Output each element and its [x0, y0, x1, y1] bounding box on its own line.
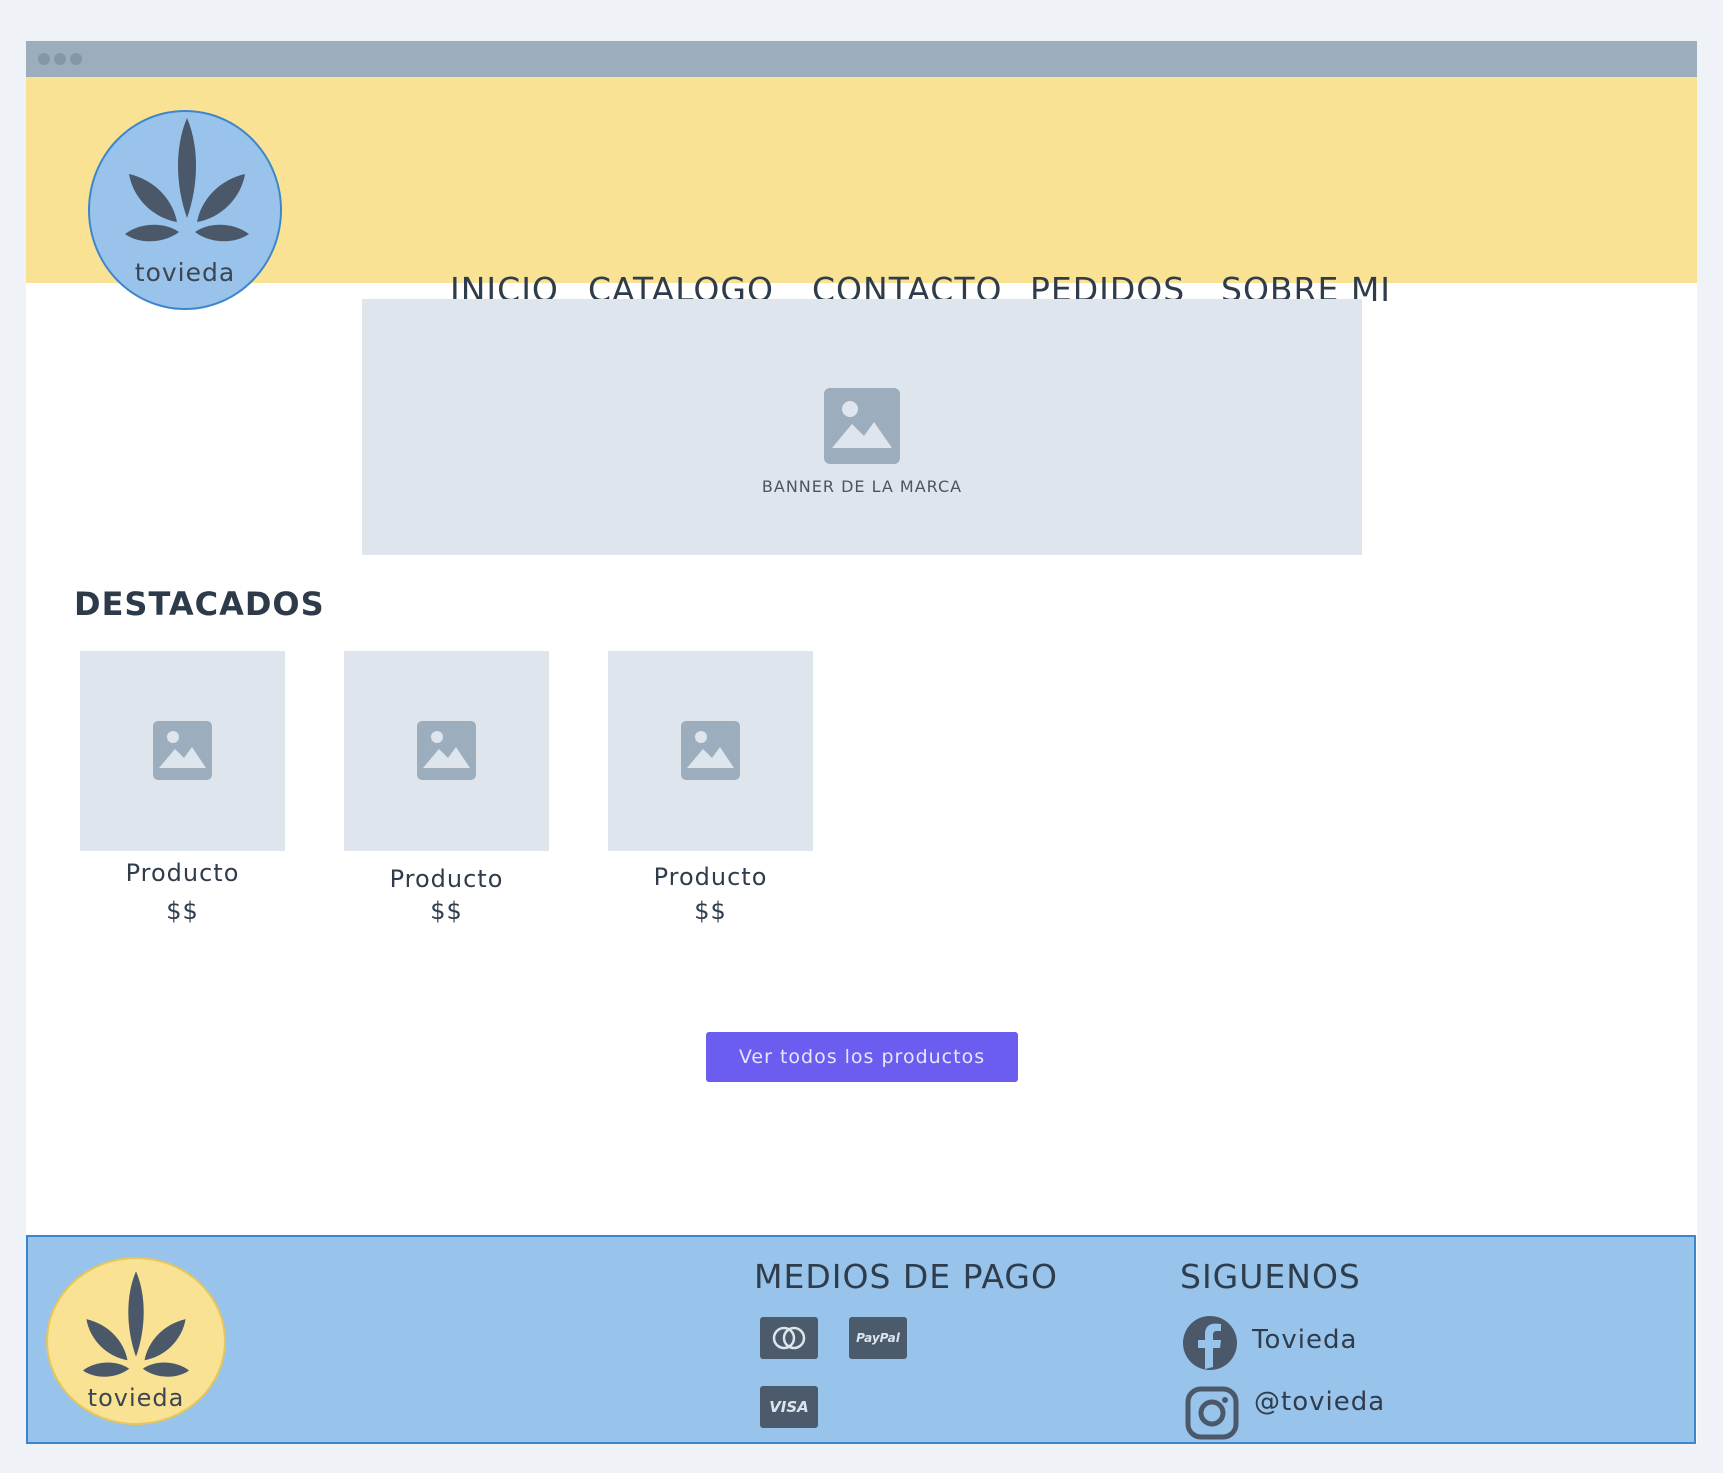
facebook-icon[interactable] [1182, 1315, 1238, 1371]
product-card[interactable]: Producto $$ [80, 651, 285, 925]
product-price: $$ [430, 897, 463, 925]
browser-chrome [26, 41, 1697, 77]
site-header: tovieda INICIO CATALOGO CONTACTO PEDIDOS… [26, 77, 1697, 310]
instagram-label[interactable]: @tovieda [1254, 1387, 1385, 1417]
leaf-logo-icon [125, 118, 249, 242]
window-dot [38, 53, 50, 65]
product-image[interactable] [344, 651, 549, 851]
product-card[interactable]: Producto $$ [608, 651, 813, 925]
image-placeholder-icon [153, 721, 212, 780]
footer-logo[interactable]: tovieda [46, 1257, 226, 1425]
visa-icon: VISA [760, 1386, 818, 1428]
image-placeholder-icon [417, 721, 476, 780]
product-price: $$ [694, 897, 727, 925]
paypal-icon: PayPal [849, 1317, 907, 1359]
site-logo[interactable]: tovieda [88, 110, 282, 310]
product-name: Producto [653, 863, 768, 891]
instagram-icon[interactable] [1184, 1385, 1240, 1441]
product-card[interactable]: Producto $$ [344, 651, 549, 925]
window-dot [70, 53, 82, 65]
payments-title: MEDIOS DE PAGO [754, 1257, 1058, 1296]
mastercard-icon-glyph [772, 1326, 806, 1350]
brand-banner: BANNER DE LA MARCA [362, 299, 1362, 555]
image-placeholder-icon [824, 388, 900, 464]
browser-window: tovieda INICIO CATALOGO CONTACTO PEDIDOS… [26, 41, 1697, 1444]
product-name: Producto [389, 865, 504, 893]
footer-logo-text: tovieda [87, 1384, 185, 1412]
product-image[interactable] [608, 651, 813, 851]
site-footer: tovieda MEDIOS DE PAGO PayPal VISA SIGUE… [26, 1235, 1696, 1444]
logo-text: tovieda [134, 258, 236, 287]
image-placeholder-icon [681, 721, 740, 780]
social-title: SIGUENOS [1180, 1257, 1361, 1296]
product-image[interactable] [80, 651, 285, 851]
featured-title: DESTACADOS [74, 585, 325, 623]
product-name: Producto [125, 859, 240, 887]
product-price: $$ [166, 897, 199, 925]
view-all-products-button[interactable]: Ver todos los productos [706, 1032, 1018, 1082]
leaf-logo-icon [82, 1271, 190, 1377]
window-dot [54, 53, 66, 65]
banner-label: BANNER DE LA MARCA [761, 477, 963, 496]
facebook-label[interactable]: Tovieda [1252, 1325, 1357, 1355]
mastercard-icon [760, 1317, 818, 1359]
